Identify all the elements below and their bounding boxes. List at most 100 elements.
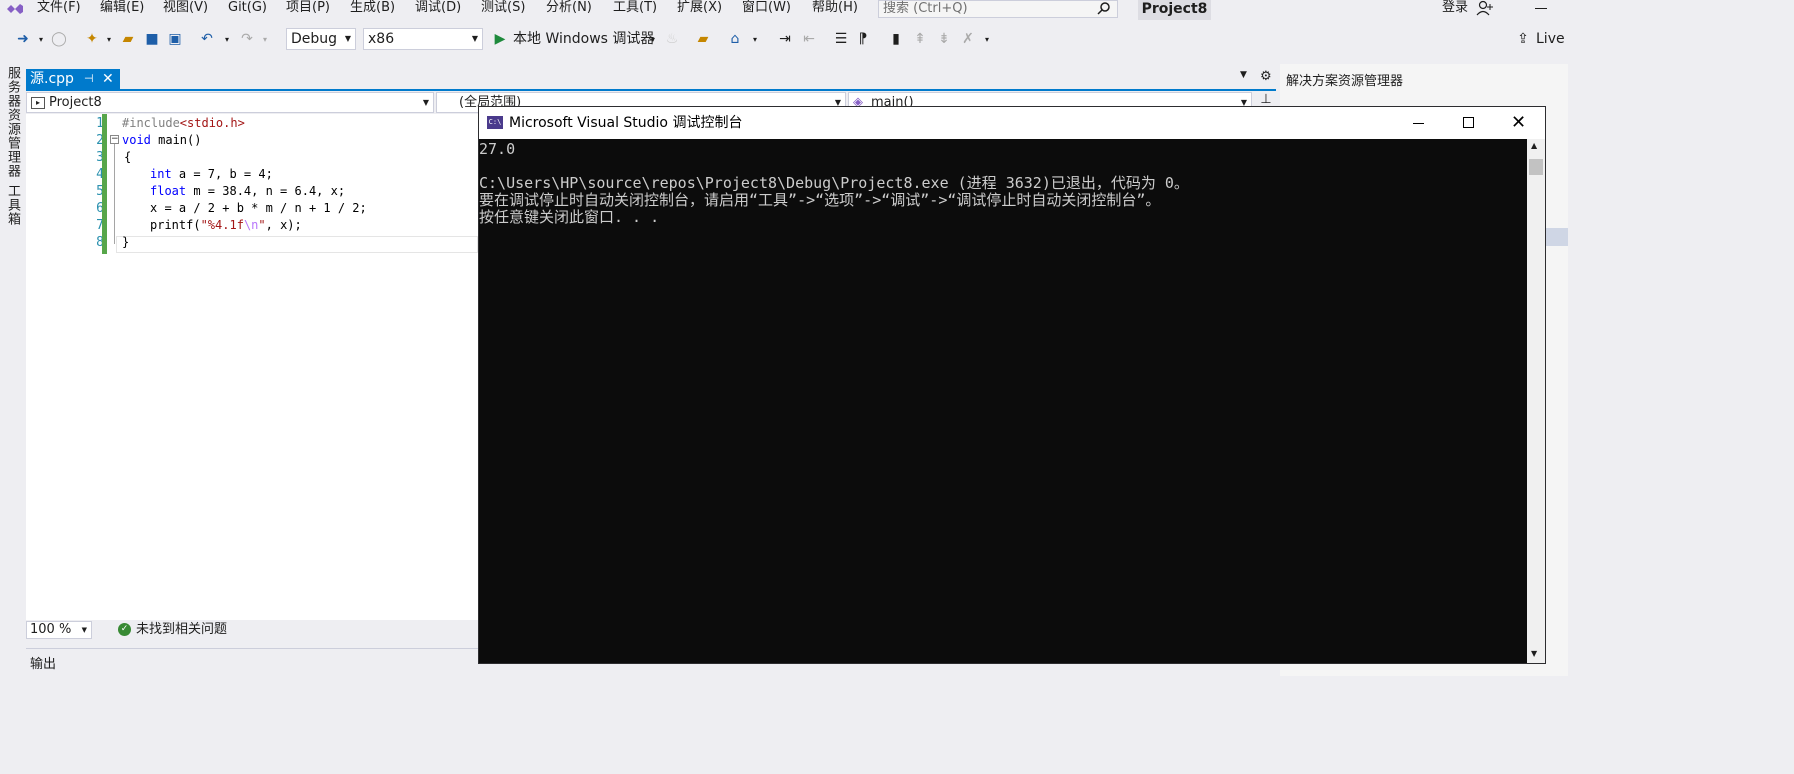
forward-arrow-icon[interactable]: ◯ bbox=[51, 30, 67, 48]
output-panel-title[interactable]: 输出 bbox=[30, 653, 56, 672]
tab-source-cpp[interactable]: 源.cpp ⊣ ✕ bbox=[26, 69, 120, 89]
current-line-highlight bbox=[116, 236, 478, 253]
solution-configuration-dropdown[interactable]: Debug ▼ bbox=[286, 28, 356, 50]
live-share-icon[interactable]: ⇪ bbox=[1514, 30, 1532, 48]
console-close-button[interactable]: ✕ bbox=[1511, 107, 1526, 139]
pin-icon[interactable]: ⊣ bbox=[84, 69, 94, 89]
menu-extensions[interactable]: 扩展(X) bbox=[677, 0, 722, 22]
zoom-dropdown[interactable]: 100 % ▼ bbox=[26, 621, 92, 639]
menu-file[interactable]: 文件(F) bbox=[37, 0, 81, 22]
search-input[interactable]: 搜索 (Ctrl+Q) bbox=[878, 0, 1118, 18]
indent-icon[interactable]: ☰ bbox=[832, 30, 850, 48]
chevron-down-icon: ▼ bbox=[344, 34, 351, 43]
menu-git[interactable]: Git(G) bbox=[228, 0, 267, 22]
change-tracking-bar bbox=[102, 114, 107, 254]
menu-help[interactable]: 帮助(H) bbox=[812, 0, 858, 22]
start-debugging-button[interactable]: 本地 Windows 调试器 bbox=[513, 30, 654, 48]
minimize-button[interactable] bbox=[1535, 8, 1547, 9]
menu-view[interactable]: 视图(V) bbox=[163, 0, 208, 22]
code-line-3: { bbox=[124, 150, 132, 164]
scroll-down-icon[interactable]: ▼ bbox=[1531, 649, 1537, 658]
next-bookmark-icon[interactable]: ⇟ bbox=[936, 30, 952, 48]
step-over-icon[interactable]: ⇤ bbox=[800, 30, 818, 48]
solution-explorer-title: 解决方案资源管理器 bbox=[1286, 74, 1404, 89]
platform-value: x86 bbox=[368, 31, 395, 47]
solution-tree-selection bbox=[1546, 228, 1568, 246]
chevron-down-icon: ▼ bbox=[81, 626, 87, 634]
back-arrow-icon[interactable]: ➜ bbox=[14, 30, 32, 48]
code-line-6: x = a / 2 + b * m / n + 1 / 2; bbox=[150, 201, 367, 215]
collapse-outline-icon[interactable]: − bbox=[110, 135, 119, 144]
console-maximize-button[interactable] bbox=[1463, 117, 1474, 128]
open-folder-icon[interactable]: ▰ bbox=[120, 30, 136, 48]
scroll-thumb[interactable] bbox=[1529, 159, 1543, 175]
menu-debug[interactable]: 调试(D) bbox=[415, 0, 461, 22]
tab-list-dropdown-icon[interactable]: ▼ bbox=[1240, 70, 1247, 80]
previous-bookmark-icon[interactable]: ⇞ bbox=[912, 30, 928, 48]
check-circle-icon: ✓ bbox=[118, 623, 131, 636]
account-icon[interactable] bbox=[1476, 0, 1494, 16]
console-scrollbar[interactable]: ▲ ▼ bbox=[1527, 139, 1545, 663]
project-scope-value: Project8 bbox=[49, 95, 102, 110]
chevron-down-icon: ▼ bbox=[471, 34, 478, 43]
save-all-icon[interactable]: ▣ bbox=[166, 30, 184, 48]
toolbar-overflow-icon[interactable]: ▾ bbox=[982, 30, 992, 48]
new-dropdown-icon[interactable]: ▾ bbox=[104, 30, 114, 48]
configuration-value: Debug bbox=[291, 31, 338, 47]
line-number: 6 bbox=[96, 201, 104, 216]
solution-platform-dropdown[interactable]: x86 ▼ bbox=[363, 28, 483, 50]
cpp-project-icon: ▸ bbox=[31, 96, 45, 109]
hot-reload-icon[interactable]: ♨ bbox=[664, 30, 680, 48]
line-number: 5 bbox=[96, 184, 104, 199]
redo-icon[interactable]: ↷ bbox=[238, 30, 256, 48]
back-dropdown-icon[interactable]: ▾ bbox=[36, 30, 46, 48]
step-into-icon[interactable]: ⇥ bbox=[776, 30, 794, 48]
debug-console-window[interactable]: C:\ Microsoft Visual Studio 调试控制台 ✕ 27.0… bbox=[478, 106, 1546, 664]
new-project-icon[interactable]: ✦ bbox=[84, 30, 100, 48]
console-title: Microsoft Visual Studio 调试控制台 bbox=[509, 115, 743, 131]
menu-project[interactable]: 项目(P) bbox=[286, 0, 330, 22]
search-icon[interactable] bbox=[1096, 1, 1112, 15]
console-app-icon: C:\ bbox=[487, 116, 503, 129]
line-number: 1 bbox=[96, 116, 104, 131]
menu-edit[interactable]: 编辑(E) bbox=[100, 0, 144, 22]
home-dropdown-icon[interactable]: ▾ bbox=[750, 30, 760, 48]
menu-analyze[interactable]: 分析(N) bbox=[546, 0, 592, 22]
chevron-down-icon: ▼ bbox=[422, 98, 429, 107]
project-scope-dropdown[interactable]: ▸ Project8 ▼ bbox=[26, 92, 434, 113]
close-icon[interactable]: ✕ bbox=[102, 69, 114, 89]
code-editor[interactable]: 1 2 3 4 5 6 7 8 − #include<stdio.h> void… bbox=[26, 114, 478, 620]
console-minimize-button[interactable] bbox=[1413, 123, 1424, 124]
code-line-7: printf("%4.1f\n", x); bbox=[150, 218, 302, 232]
code-line-1: #include<stdio.h> bbox=[122, 116, 245, 130]
comment-icon[interactable]: ⁋ bbox=[854, 30, 872, 48]
clear-bookmarks-icon[interactable]: ✗ bbox=[960, 30, 976, 48]
zoom-value: 100 % bbox=[30, 622, 72, 637]
bookmark-icon[interactable]: ▮ bbox=[888, 30, 904, 48]
solution-name-badge: Project8 bbox=[1138, 0, 1211, 20]
scroll-up-icon[interactable]: ▲ bbox=[1531, 141, 1537, 150]
undo-icon[interactable]: ↶ bbox=[198, 30, 216, 48]
code-line-5: float m = 38.4, n = 6.4, x; bbox=[150, 184, 346, 198]
issues-status[interactable]: 未找到相关问题 bbox=[136, 622, 227, 638]
visual-studio-logo-icon bbox=[7, 4, 23, 14]
save-icon[interactable]: ■ bbox=[144, 30, 160, 48]
start-debugging-icon[interactable]: ▶ bbox=[492, 30, 508, 48]
toolbox-tab[interactable]: 工具箱 bbox=[3, 184, 22, 226]
tab-label: 源.cpp bbox=[30, 71, 74, 87]
undo-dropdown-icon[interactable]: ▾ bbox=[222, 30, 232, 48]
left-tool-strip: 服务器资源管理器 工具箱 bbox=[0, 64, 24, 676]
server-explorer-tab[interactable]: 服务器资源管理器 bbox=[3, 66, 22, 178]
outline-guide bbox=[114, 144, 115, 244]
browse-folder-icon[interactable]: ▰ bbox=[694, 30, 712, 48]
debug-target-dropdown-icon[interactable]: ▾ bbox=[648, 30, 658, 48]
menu-test[interactable]: 测试(S) bbox=[481, 0, 525, 22]
sign-in-link[interactable]: 登录 bbox=[1442, 0, 1468, 22]
settings-gear-icon[interactable]: ⚙ bbox=[1260, 69, 1272, 84]
redo-dropdown-icon[interactable]: ▾ bbox=[260, 30, 270, 48]
menu-build[interactable]: 生成(B) bbox=[350, 0, 395, 22]
home-icon[interactable]: ⌂ bbox=[726, 30, 744, 48]
live-share-button[interactable]: Live bbox=[1536, 30, 1565, 48]
menu-tools[interactable]: 工具(T) bbox=[613, 0, 657, 22]
menu-window[interactable]: 窗口(W) bbox=[742, 0, 791, 22]
